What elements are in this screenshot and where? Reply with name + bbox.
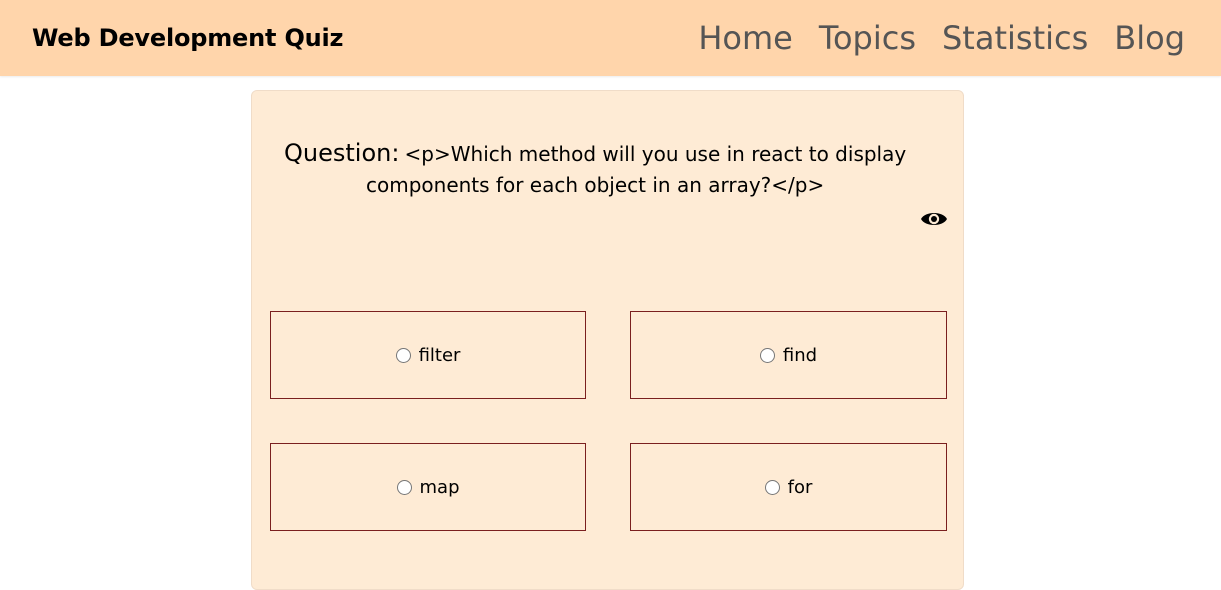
answer-label-for: for [787, 476, 813, 498]
answer-label-find: find [782, 344, 818, 366]
answer-option-filter[interactable]: filter [270, 311, 586, 399]
answer-option-find[interactable]: find [630, 311, 947, 399]
answer-option-map[interactable]: map [270, 443, 586, 531]
answer-radio-for[interactable] [764, 479, 780, 495]
answer-option-for[interactable]: for [630, 443, 947, 531]
answer-radio-map[interactable] [396, 479, 412, 495]
answer-label-map: map [419, 476, 460, 498]
site-brand[interactable]: Web Development Quiz [32, 22, 344, 54]
question-text-line-2: components for each object in an array?<… [366, 173, 825, 197]
question-block: Question: <p>Which method will you use i… [284, 137, 944, 201]
question-label: Question: [284, 139, 400, 167]
answer-radio-find[interactable] [759, 347, 775, 363]
nav-link-topics[interactable]: Topics [819, 16, 916, 60]
question-text-line-1: <p>Which method will you use in react to… [404, 142, 907, 166]
nav-link-statistics[interactable]: Statistics [942, 16, 1088, 60]
top-navbar: Web Development Quiz Home Topics Statist… [0, 0, 1221, 76]
answer-radio-filter[interactable] [395, 347, 411, 363]
eye-icon[interactable] [920, 208, 948, 230]
nav-link-home[interactable]: Home [698, 16, 793, 60]
nav-link-blog[interactable]: Blog [1114, 16, 1185, 60]
answer-label-filter: filter [418, 344, 461, 366]
nav-links: Home Topics Statistics Blog [698, 16, 1185, 60]
question-card: Question: <p>Which method will you use i… [251, 90, 964, 590]
